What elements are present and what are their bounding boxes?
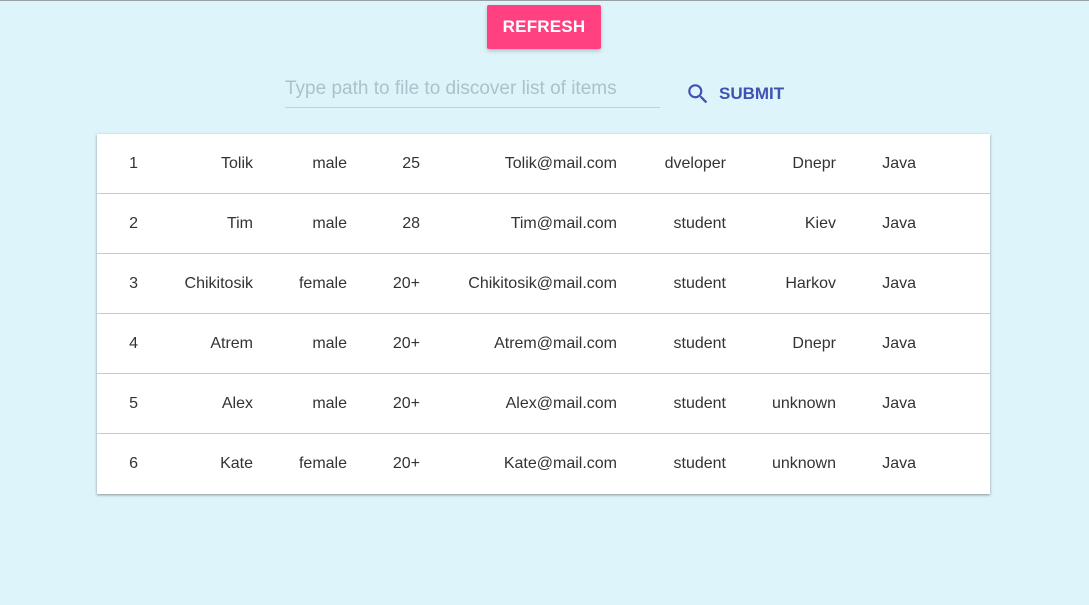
- cell-age: 20+: [392, 455, 420, 472]
- cell-city: unknown: [771, 455, 836, 472]
- cell-email: Tim@mail.com: [510, 215, 617, 232]
- table-row: 3 Chikitosik female 20+ Chikitosik@mail.…: [97, 254, 990, 314]
- cell-name: Tolik: [220, 155, 253, 172]
- cell-id: 1: [129, 155, 138, 172]
- cell-gender: male: [312, 215, 347, 232]
- cell-age: 28: [402, 215, 420, 232]
- cell-language: Java: [882, 395, 916, 412]
- cell-email: Atrem@mail.com: [494, 335, 617, 352]
- cell-city: Harkov: [785, 275, 836, 292]
- cell-city: Dnepr: [792, 335, 836, 352]
- file-path-input[interactable]: [285, 75, 660, 108]
- cell-id: 6: [129, 455, 138, 472]
- cell-job: student: [673, 275, 726, 292]
- cell-city: unknown: [771, 395, 836, 412]
- cell-city: Kiev: [804, 215, 836, 232]
- cell-language: Java: [882, 455, 916, 472]
- cell-gender: female: [298, 455, 347, 472]
- submit-button[interactable]: SUBMIT: [685, 78, 795, 110]
- cell-gender: male: [312, 335, 347, 352]
- cell-age: 20+: [392, 395, 420, 412]
- cell-email: Chikitosik@mail.com: [468, 275, 617, 292]
- cell-language: Java: [882, 155, 916, 172]
- cell-job: student: [673, 335, 726, 352]
- cell-gender: male: [312, 155, 347, 172]
- cell-name: Atrem: [210, 335, 253, 352]
- refresh-button[interactable]: REFRESH: [487, 5, 601, 49]
- cell-name: Tim: [226, 215, 253, 232]
- table-row: 1 Tolik male 25 Tolik@mail.com dveloper …: [97, 134, 990, 194]
- cell-gender: male: [312, 395, 347, 412]
- cell-name: Chikitosik: [184, 275, 253, 292]
- table-row: 6 Kate female 20+ Kate@mail.com student …: [97, 434, 990, 494]
- cell-id: 4: [129, 335, 138, 352]
- cell-language: Java: [882, 215, 916, 232]
- cell-gender: female: [298, 275, 347, 292]
- cell-email: Alex@mail.com: [505, 395, 617, 412]
- cell-id: 3: [129, 275, 138, 292]
- cell-language: Java: [882, 335, 916, 352]
- cell-email: Tolik@mail.com: [504, 155, 617, 172]
- cell-id: 2: [129, 215, 138, 232]
- search-icon: [685, 81, 711, 107]
- table-row: 5 Alex male 20+ Alex@mail.com student un…: [97, 374, 990, 434]
- cell-language: Java: [882, 275, 916, 292]
- cell-age: 20+: [392, 335, 420, 352]
- cell-email: Kate@mail.com: [503, 455, 617, 472]
- cell-age: 20+: [392, 275, 420, 292]
- cell-city: Dnepr: [792, 155, 836, 172]
- cell-job: student: [673, 455, 726, 472]
- cell-job: student: [673, 395, 726, 412]
- people-table: 1 Tolik male 25 Tolik@mail.com dveloper …: [97, 134, 990, 494]
- cell-job: dveloper: [664, 155, 726, 172]
- submit-label: SUBMIT: [719, 84, 785, 103]
- cell-name: Alex: [221, 395, 253, 412]
- cell-job: student: [673, 215, 726, 232]
- cell-name: Kate: [220, 455, 253, 472]
- cell-id: 5: [129, 395, 138, 412]
- table-row: 2 Tim male 28 Tim@mail.com student Kiev …: [97, 194, 990, 254]
- cell-age: 25: [402, 155, 420, 172]
- table-row: 4 Atrem male 20+ Atrem@mail.com student …: [97, 314, 990, 374]
